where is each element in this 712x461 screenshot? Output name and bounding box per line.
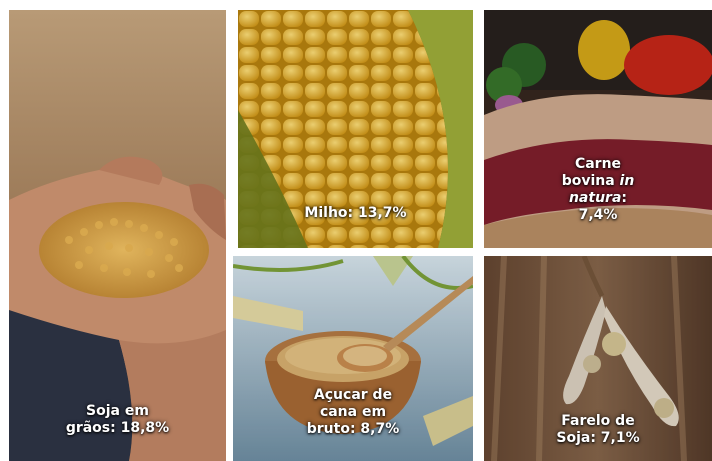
caption-line: Farelo de [561, 413, 635, 429]
caption-line: Açucar de [313, 387, 393, 403]
tile-carne-bovina: Carne bovina in natura: 7,4% [484, 10, 712, 248]
tile-soja-caption: Soja em grãos: 18,8% [9, 403, 226, 437]
tile-farelo-caption: Farelo de Soja: 7,1% [484, 413, 712, 447]
caption-line: Milho: 13,7% [304, 205, 407, 221]
caption-italic: in [619, 173, 635, 189]
caption-line: Carne [574, 156, 622, 172]
caption-text: bovina [561, 173, 620, 189]
caption-line: 7,4% [578, 207, 618, 223]
tile-milho-caption: Milho: 13,7% [238, 205, 473, 222]
caption-italic: natura [568, 190, 622, 206]
tile-farelo-soja: Farelo de Soja: 7,1% [484, 256, 712, 461]
caption-line: bruto: 8,7% [306, 421, 400, 437]
caption-text: : [621, 190, 628, 206]
tile-soja-graos: Soja em grãos: 18,8% [9, 10, 226, 461]
tile-acucar: Açucar de cana em bruto: 8,7% [233, 256, 473, 461]
tile-carne-caption: Carne bovina in natura: 7,4% [484, 156, 712, 224]
caption-line: Soja: 7,1% [556, 430, 640, 446]
caption-line: Soja em [86, 403, 149, 419]
caption-line: cana em [319, 404, 387, 420]
caption-line: grãos: 18,8% [65, 420, 170, 436]
caption-line: bovina in [484, 173, 712, 190]
caption-line: natura: [484, 190, 712, 207]
soybeans-in-hands-photo [9, 10, 226, 461]
tile-milho: Milho: 13,7% [238, 10, 473, 248]
tile-acucar-caption: Açucar de cana em bruto: 8,7% [233, 387, 473, 438]
